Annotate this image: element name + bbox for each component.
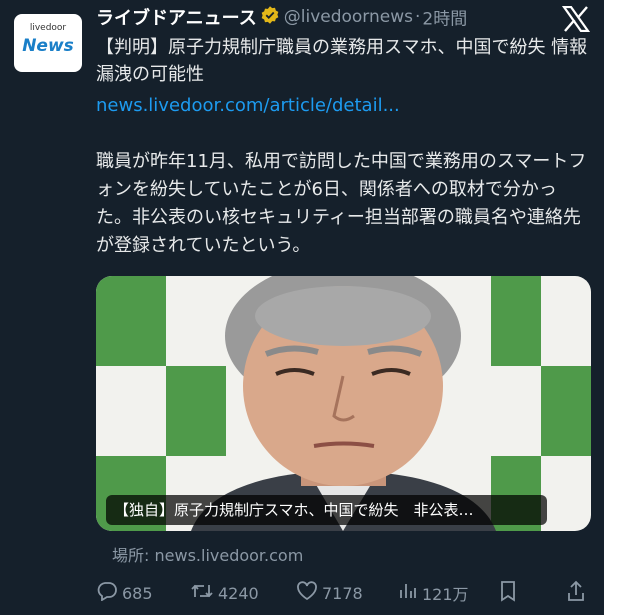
views-icon	[398, 581, 422, 605]
reply-count: 685	[122, 583, 153, 603]
tweet: livedoor News ライブドアニュース @livedoornews · 2時間…	[0, 0, 604, 615]
avatar-brand-small: livedoor	[29, 23, 67, 33]
like-button[interactable]: 7178	[296, 580, 363, 606]
bookmark-icon	[498, 580, 522, 606]
retweet-button[interactable]: 4240	[190, 580, 259, 606]
share-icon	[566, 580, 590, 606]
views-button[interactable]: 121万	[398, 580, 469, 606]
retweet-count: 4240	[218, 583, 259, 603]
share-button[interactable]	[566, 580, 590, 606]
x-logo-icon[interactable]	[561, 5, 591, 33]
views-count: 121万	[422, 585, 469, 604]
link-card[interactable]: 【独自】原子力規制庁スマホ、中国で紛失 非公表…	[96, 276, 591, 531]
source-label: 場所:	[112, 546, 150, 565]
action-bar: 685 4240 7178 121万	[96, 580, 596, 606]
tweet-header: ライブドアニュース @livedoornews · 2時間	[96, 4, 467, 30]
card-photo	[96, 276, 591, 531]
avatar-brand-big: News	[22, 36, 74, 56]
bookmark-button[interactable]	[498, 580, 522, 606]
tweet-link[interactable]: news.livedoor.com/article/detail...	[96, 92, 400, 119]
tweet-title: 【判明】原子力規制庁職員の業務用スマホ、中国で紛失 情報漏洩の可能性	[96, 37, 588, 85]
tweet-body: 職員が昨年11月、私用で訪問した中国で業務用のスマートフォンを紛失していたことが…	[96, 151, 587, 256]
retweet-icon	[190, 581, 218, 605]
heart-icon	[296, 581, 322, 605]
reply-icon	[96, 581, 122, 605]
separator-dot: ·	[415, 7, 421, 27]
like-count: 7178	[322, 583, 363, 603]
right-edge-strip	[604, 0, 622, 615]
display-name[interactable]: ライブドアニュース	[96, 8, 257, 29]
avatar[interactable]: livedoor News	[14, 14, 82, 72]
timestamp[interactable]: 2時間	[422, 10, 467, 30]
card-caption: 【独自】原子力規制庁スマホ、中国で紛失 非公表…	[106, 495, 547, 525]
reply-button[interactable]: 685	[96, 580, 153, 606]
card-source[interactable]: 場所: news.livedoor.com	[112, 542, 303, 566]
source-domain: news.livedoor.com	[154, 546, 304, 565]
verified-badge-icon	[260, 5, 280, 29]
handle[interactable]: @livedoornews	[284, 7, 413, 27]
